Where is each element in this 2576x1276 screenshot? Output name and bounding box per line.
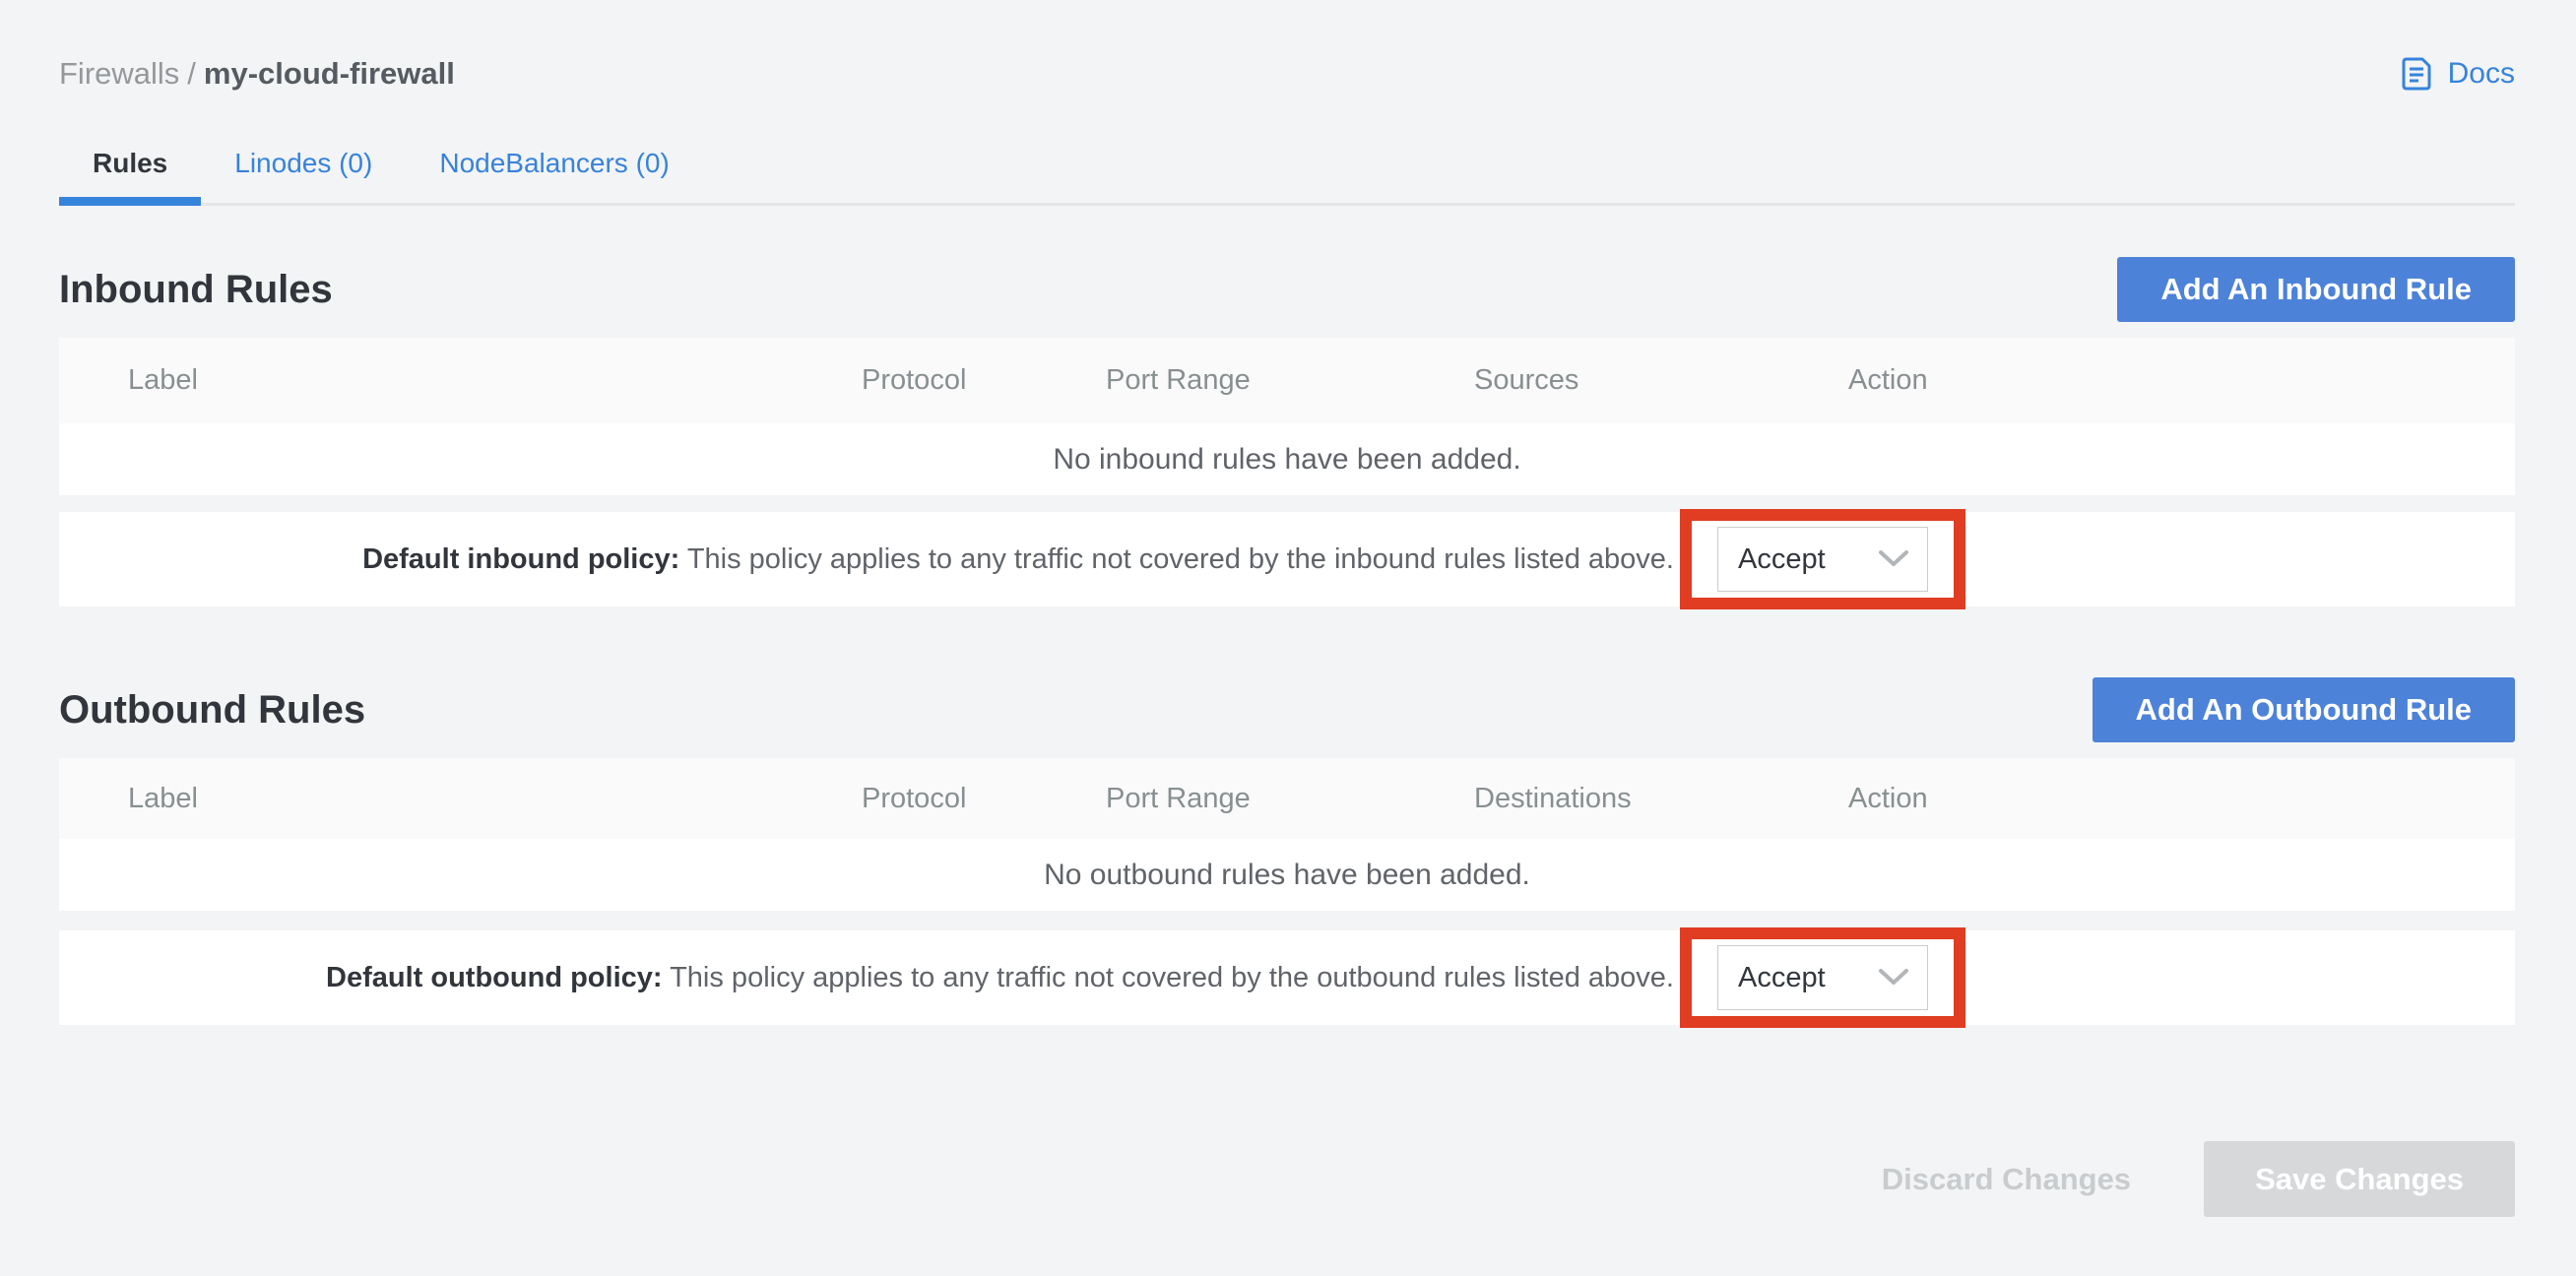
inbound-policy-select[interactable]: Accept (1717, 527, 1928, 592)
outbound-rules-title: Outbound Rules (59, 688, 365, 733)
outbound-empty-message: No outbound rules have been added. (1044, 859, 1530, 892)
tab-linodes[interactable]: Linodes (0) (201, 142, 406, 203)
inbound-table-header: Label Protocol Port Range Sources Action (59, 338, 2515, 423)
breadcrumb-firewalls-link[interactable]: Firewalls (59, 56, 179, 91)
inbound-policy-selected-value: Accept (1738, 543, 1826, 576)
inbound-empty-message: No inbound rules have been added. (1053, 443, 1520, 477)
docs-link[interactable]: Docs (2397, 54, 2515, 94)
form-actions-footer: Discard Changes Save Changes (59, 1141, 2515, 1217)
outbound-policy-highlight-box: Accept (1680, 927, 1965, 1028)
outbound-rules-table: Label Protocol Port Range Destinations A… (59, 758, 2515, 911)
tab-rules[interactable]: Rules (59, 142, 201, 203)
outbound-column-port-range: Port Range (1106, 783, 1474, 815)
save-changes-button[interactable]: Save Changes (2204, 1141, 2515, 1217)
inbound-default-policy-row: Default inbound policy: This policy appl… (59, 512, 2515, 606)
outbound-policy-text: This policy applies to any traffic not c… (670, 962, 1674, 993)
outbound-default-policy-row: Default outbound policy: This policy app… (59, 930, 2515, 1025)
add-inbound-rule-button[interactable]: Add An Inbound Rule (2117, 257, 2515, 322)
inbound-column-action: Action (1848, 364, 2515, 397)
tab-bar: Rules Linodes (0) NodeBalancers (0) (59, 142, 2515, 206)
firewall-detail-page: Firewalls/my-cloud-firewall Docs Rules L… (0, 0, 2576, 1276)
outbound-column-action: Action (1848, 783, 2515, 815)
breadcrumb-separator: / (179, 56, 204, 91)
inbound-policy-highlight-box: Accept (1680, 509, 1965, 609)
discard-changes-button[interactable]: Discard Changes (1858, 1162, 2155, 1197)
tab-nodebalancers[interactable]: NodeBalancers (0) (406, 142, 702, 203)
outbound-column-destinations: Destinations (1474, 783, 1848, 815)
inbound-rules-table: Label Protocol Port Range Sources Action… (59, 338, 2515, 495)
outbound-empty-row: No outbound rules have been added. (59, 839, 2515, 911)
outbound-section-header: Outbound Rules Add An Outbound Rule (59, 677, 2515, 742)
outbound-table-header: Label Protocol Port Range Destinations A… (59, 758, 2515, 839)
chevron-down-icon (1878, 549, 1909, 569)
outbound-policy-label: Default outbound policy: (326, 962, 663, 993)
inbound-policy-label: Default inbound policy: (362, 543, 679, 575)
inbound-policy-description: Default inbound policy: This policy appl… (362, 543, 1674, 576)
inbound-column-port-range: Port Range (1106, 364, 1474, 397)
outbound-column-label: Label (59, 783, 862, 815)
inbound-column-label: Label (59, 364, 862, 397)
outbound-policy-select[interactable]: Accept (1717, 945, 1928, 1010)
top-bar: Firewalls/my-cloud-firewall Docs (59, 51, 2515, 96)
inbound-empty-row: No inbound rules have been added. (59, 423, 2515, 495)
inbound-section-header: Inbound Rules Add An Inbound Rule (59, 257, 2515, 322)
outbound-policy-description: Default outbound policy: This policy app… (326, 962, 1674, 994)
inbound-policy-text: This policy applies to any traffic not c… (687, 543, 1674, 575)
chevron-down-icon (1878, 968, 1909, 988)
breadcrumb-current-firewall: my-cloud-firewall (204, 56, 455, 91)
docs-icon (2397, 54, 2436, 94)
add-outbound-rule-button[interactable]: Add An Outbound Rule (2093, 677, 2516, 742)
docs-label: Docs (2448, 57, 2515, 91)
inbound-column-sources: Sources (1474, 364, 1848, 397)
breadcrumb: Firewalls/my-cloud-firewall (59, 56, 455, 92)
outbound-policy-selected-value: Accept (1738, 962, 1826, 994)
inbound-rules-title: Inbound Rules (59, 268, 333, 312)
inbound-column-protocol: Protocol (862, 364, 1106, 397)
outbound-column-protocol: Protocol (862, 783, 1106, 815)
